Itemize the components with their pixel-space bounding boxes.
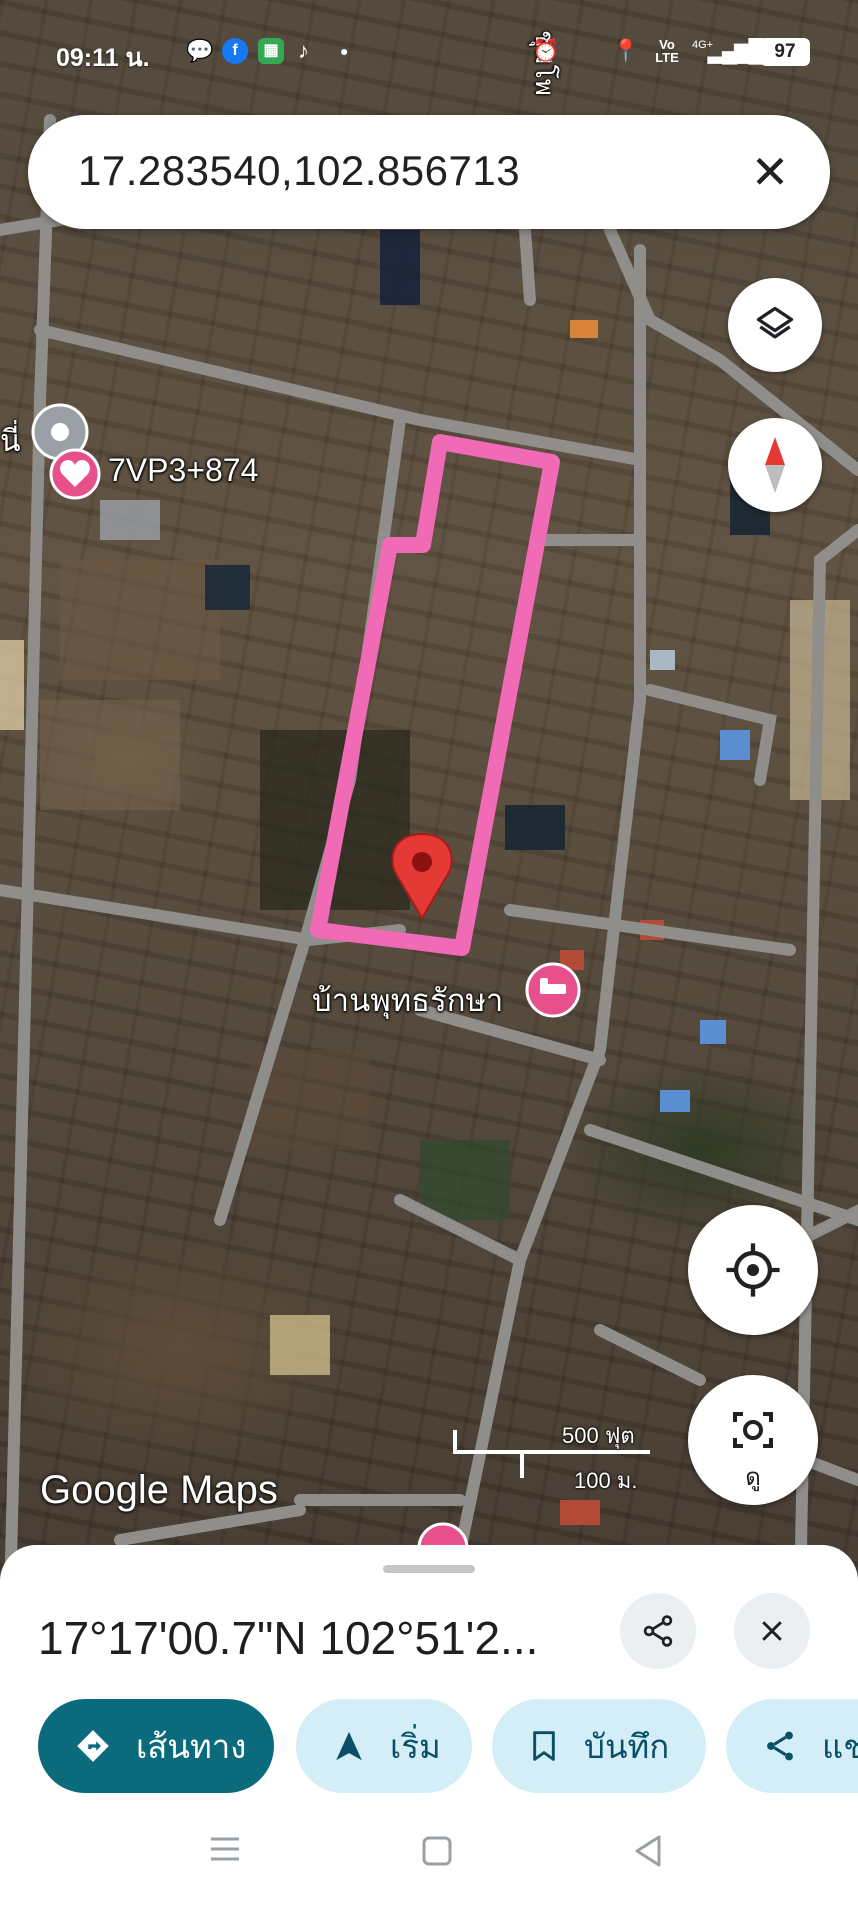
bookmark-icon — [533, 1731, 555, 1761]
more-notifications-icon: ● — [340, 43, 349, 59]
location-icon: 📍 — [612, 38, 640, 63]
volte-icon: Vo LTE — [655, 37, 679, 65]
layers-icon — [756, 306, 794, 339]
compass-icon — [765, 437, 785, 493]
directions-label: เส้นทาง — [136, 1726, 247, 1766]
status-bar: 09:11 น. 💬 f ▦ ♪ ● ⏰ 📍 Vo LTE 4G+ ▂▄▆█ 9… — [0, 28, 858, 74]
navigation-arrow-icon — [336, 1731, 362, 1761]
share-icon — [767, 1731, 793, 1761]
plus-code-label[interactable]: 7VP3+874 — [108, 452, 258, 489]
share-chip-label: แชร์ — [822, 1726, 858, 1766]
system-nav-bar — [0, 1810, 858, 1908]
facebook-icon: f — [222, 38, 248, 64]
close-sheet-button[interactable] — [734, 1593, 810, 1669]
view-button[interactable]: ดู — [688, 1375, 818, 1505]
place-label[interactable]: บ้านพุทธรักษา — [312, 975, 503, 1025]
sheet-drag-handle[interactable] — [383, 1565, 475, 1573]
map-roads-layer — [0, 114, 858, 1600]
share-button[interactable] — [620, 1593, 696, 1669]
scale-imperial: 500 ฟุต — [562, 1423, 635, 1448]
alarm-icon: ⏰ — [532, 38, 560, 63]
save-button[interactable]: บันทึก — [492, 1699, 706, 1793]
search-input[interactable]: 17.283540,102.856713 — [78, 147, 520, 195]
layers-button[interactable] — [728, 278, 822, 372]
camera-scan-icon — [733, 1411, 773, 1448]
start-button[interactable]: เริ่ม — [296, 1699, 472, 1793]
directions-icon — [77, 1730, 109, 1762]
my-location-button[interactable] — [688, 1205, 818, 1335]
satellite-map[interactable]: 7VP3+874 นี่ บ้านพุทธรักษา ชุมโพ 500 ฟุต… — [0, 0, 858, 1600]
battery-icon: 97 — [760, 38, 810, 66]
hotel-marker-icon[interactable] — [525, 962, 581, 1018]
save-label: บันทึก — [584, 1726, 670, 1766]
view-button-label: ดู — [745, 1463, 761, 1491]
compass-button[interactable] — [728, 418, 822, 512]
crosshair-icon — [726, 1243, 780, 1297]
home-nav-icon[interactable] — [420, 1834, 454, 1872]
coordinates-title: 17°17'00.7"N 102°51'2... — [38, 1612, 539, 1664]
share-chip-button[interactable]: แชร์ — [726, 1699, 858, 1793]
status-time: 09:11 น. — [56, 44, 150, 72]
edge-place-label: นี่ — [0, 425, 21, 458]
directions-button[interactable]: เส้นทาง — [38, 1699, 274, 1793]
start-label: เริ่ม — [390, 1726, 441, 1766]
signal-icon: ▂▄▆█ — [708, 38, 764, 63]
tiktok-icon: ♪ — [298, 38, 309, 63]
close-icon[interactable]: ✕ — [740, 142, 800, 202]
line-app-icon: ▦ — [258, 38, 284, 64]
share-icon — [643, 1615, 673, 1647]
close-icon — [762, 1621, 782, 1641]
back-nav-icon[interactable] — [632, 1834, 664, 1872]
menu-nav-icon[interactable] — [208, 1834, 242, 1868]
google-maps-logo: Google Maps — [40, 1468, 278, 1512]
saved-place-heart-icon[interactable] — [49, 448, 101, 500]
scale-metric: 100 ม. — [574, 1468, 638, 1493]
chat-notification-icon: 💬 — [186, 38, 214, 63]
search-box[interactable]: 17.283540,102.856713 ✕ — [28, 115, 830, 229]
